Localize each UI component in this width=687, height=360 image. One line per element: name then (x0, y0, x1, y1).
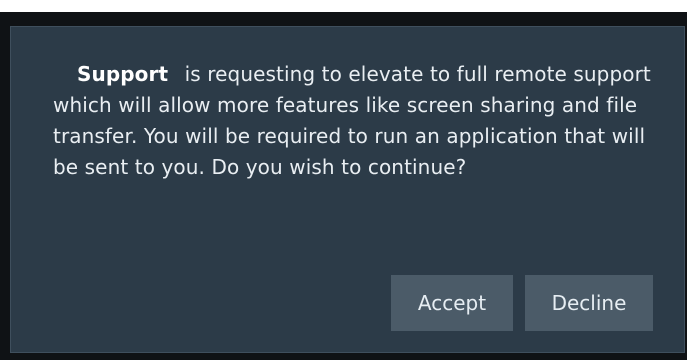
accept-button[interactable]: Accept (391, 275, 513, 331)
decline-button[interactable]: Decline (525, 275, 653, 331)
dialog-actions: Accept Decline (391, 275, 653, 331)
requester-name: Support (77, 62, 169, 86)
dialog-message: Support is requesting to elevate to full… (53, 59, 673, 183)
elevation-request-dialog: Support is requesting to elevate to full… (10, 26, 685, 353)
window-top-strip (0, 0, 687, 12)
